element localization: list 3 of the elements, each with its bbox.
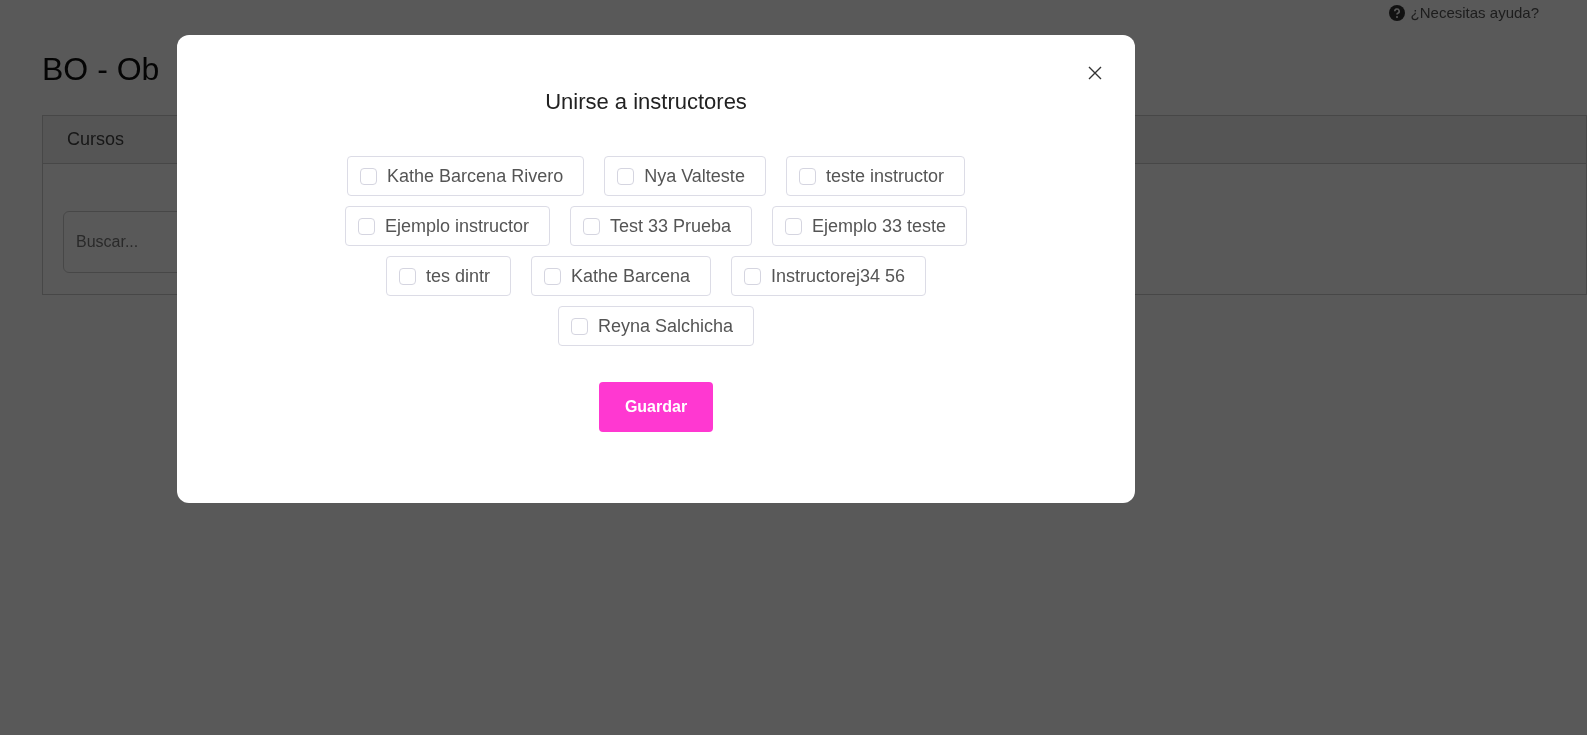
page-title: BO - Ob	[42, 49, 160, 89]
modal-title: Unirse a instructores	[545, 88, 747, 116]
card-header: Cursos	[67, 127, 124, 151]
